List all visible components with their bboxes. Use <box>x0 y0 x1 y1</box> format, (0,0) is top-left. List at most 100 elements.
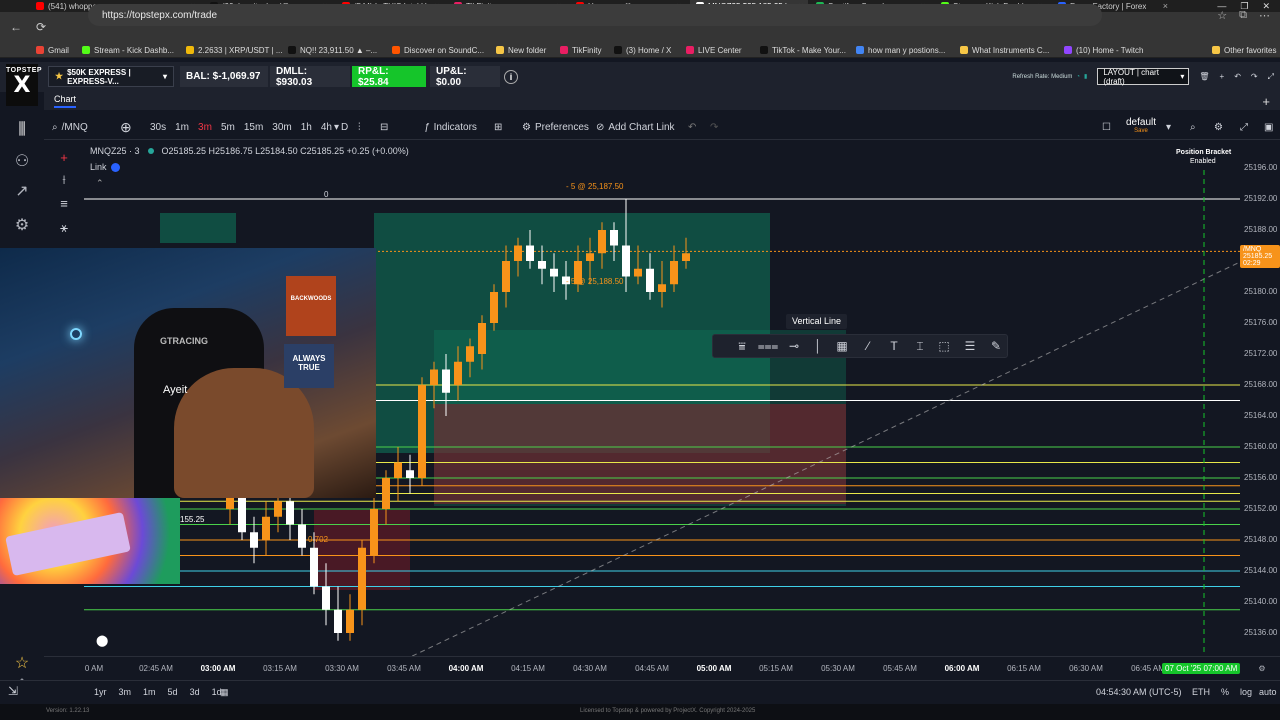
favorite-star-icon[interactable]: ☆ <box>12 654 32 674</box>
price-axis[interactable]: 25196.0025192.0025188.0025184.0025180.00… <box>1240 140 1280 656</box>
text-icon[interactable]: T <box>883 335 905 357</box>
bar-type-icon[interactable]: ⊟ <box>380 114 388 140</box>
calendar-icon[interactable]: ▦ <box>220 687 229 698</box>
add-symbol-icon[interactable]: ⊕ <box>120 114 132 140</box>
tab-chart[interactable]: Chart <box>54 94 77 108</box>
undo-icon[interactable]: ↶ <box>688 114 696 140</box>
bookmark-item[interactable]: What Instruments C... <box>960 42 1049 57</box>
text-lines-icon[interactable]: ≡ <box>52 194 76 214</box>
refresh-rate[interactable]: Refresh Rate: Medium ◔ ▮ <box>1012 73 1087 81</box>
redo-icon[interactable]: ↷ <box>1251 72 1258 81</box>
undo-icon[interactable]: ↶ <box>1234 72 1241 81</box>
timeframe-15m[interactable]: 15m <box>244 122 263 133</box>
timeframe-D[interactable]: D <box>341 122 348 133</box>
timeframe-5m[interactable]: 5m <box>221 122 235 133</box>
chevron-down-icon[interactable]: ▾ <box>334 114 339 140</box>
chart-nav-icon[interactable]: ⫼ <box>12 120 32 140</box>
bookmark-item[interactable]: NQ!! 23,911.50 ▲ –... <box>288 42 377 57</box>
camera-icon[interactable]: ▣ <box>1264 114 1273 140</box>
bookmark-item[interactable]: New folder <box>496 42 546 57</box>
collapse-legend-icon[interactable]: ⌃ <box>96 178 104 189</box>
bookmark-item[interactable]: Stream - Kick Dashb... <box>82 42 174 57</box>
range-1m[interactable]: 1m <box>143 687 156 697</box>
timeframe-30s[interactable]: 30s <box>150 122 166 133</box>
horizontal-ray-icon[interactable]: ⊸ <box>783 335 805 357</box>
candle-body <box>442 369 450 393</box>
bookmark-item[interactable]: Gmail <box>36 42 69 57</box>
fib-icon[interactable]: ☰ <box>959 335 981 357</box>
candle-body <box>622 245 630 277</box>
channel-icon[interactable]: ⩶ <box>757 335 779 357</box>
settings-icon[interactable]: ⋯ <box>1259 9 1270 22</box>
chevron-down-icon[interactable]: ▾ <box>1166 114 1171 140</box>
horizontal-lines-icon[interactable]: ⩸ <box>731 335 753 357</box>
bookmark-item[interactable]: LIVE Center <box>686 42 742 57</box>
timeframe-4h[interactable]: 4h <box>321 122 332 133</box>
candle-body <box>610 230 618 246</box>
log-toggle[interactable]: log <box>1240 687 1252 697</box>
bookmark-item[interactable]: (3) Home / X <box>614 42 671 57</box>
plus-icon[interactable]: + <box>1220 72 1225 81</box>
layout-select[interactable]: LAYOUT | chart (draft) ▾ <box>1097 68 1190 86</box>
gear-icon[interactable]: ⚙ <box>1214 114 1223 140</box>
pencil-icon[interactable]: ✎ <box>985 335 1007 357</box>
trendline-icon[interactable]: ⟊ <box>52 170 76 190</box>
extensions-icon[interactable]: ⧉ <box>1239 9 1247 22</box>
redo-icon[interactable]: ↷ <box>710 114 718 140</box>
time-axis[interactable]: 0 AM 02:45 AM 03:00 AM 03:15 AM 03:30 AM 03:4… <box>44 656 1280 680</box>
preferences-button[interactable]: ⚙ Preferences <box>522 114 589 140</box>
timeframe-1m[interactable]: 1m <box>175 122 189 133</box>
range-selector: 1yr 3m 1m 5d 3d 1d <box>94 687 222 697</box>
candle-body <box>334 609 342 633</box>
fullscreen-icon[interactable]: ⤢ <box>1268 72 1274 82</box>
add-tab-icon[interactable]: + <box>1262 94 1270 109</box>
layout-checkbox-icon[interactable]: ☐ <box>1102 114 1111 140</box>
auto-toggle[interactable]: auto <box>1259 687 1277 697</box>
bookmark-item[interactable]: Discover on SoundC... <box>392 42 484 57</box>
info-icon[interactable]: i <box>504 70 518 84</box>
users-nav-icon[interactable]: ⚇ <box>12 152 32 172</box>
range-3m[interactable]: 3m <box>119 687 132 697</box>
session-toggle[interactable]: ETH <box>1192 687 1210 697</box>
bookmark-item[interactable]: Other favorites <box>1212 42 1276 57</box>
account-selector[interactable]: ★ $50K EXPRESS | EXPRESS-V... ▾ <box>48 66 174 87</box>
range-1yr[interactable]: 1yr <box>94 687 107 697</box>
bookmark-item[interactable]: TikTok - Make Your... <box>760 42 846 57</box>
candle-type-icon[interactable]: ⫶ <box>358 114 361 140</box>
percent-toggle[interactable]: % <box>1221 687 1229 697</box>
bookmark-item[interactable]: (10) Home - Twitch <box>1064 42 1143 57</box>
back-icon[interactable]: ← <box>10 20 22 34</box>
reload-icon[interactable]: ⟳ <box>36 20 46 34</box>
templates-icon[interactable]: ⊞ <box>494 114 502 140</box>
bookmark-item[interactable]: how man y postions... <box>856 42 945 57</box>
trend-nav-icon[interactable]: ↗ <box>12 182 32 202</box>
url-field[interactable]: https://topstepx.com/trade <box>88 4 1102 26</box>
zoom-icon[interactable]: ⌕ <box>1190 114 1196 140</box>
grid-icon[interactable]: ▦ <box>831 335 853 357</box>
trendline-icon[interactable]: ⁄ <box>857 335 879 357</box>
bookmark-item[interactable]: 2.2633 | XRP/USDT | ... <box>186 42 283 57</box>
add-chart-link-button[interactable]: ⊘ Add Chart Link <box>596 114 675 140</box>
timeframe-1h[interactable]: 1h <box>301 122 312 133</box>
fullscreen-icon[interactable]: ⤢ <box>1240 114 1248 140</box>
symbol-search[interactable]: ⌕ /MNQ <box>52 114 88 140</box>
indicators-button[interactable]: ƒ Indicators <box>424 114 477 140</box>
vertical-line-icon[interactable]: │ <box>807 335 829 357</box>
exit-icon[interactable]: ⇲ <box>8 684 18 698</box>
range-5d[interactable]: 5d <box>168 687 178 697</box>
time-axis-settings-icon[interactable]: ⚙ <box>1258 664 1265 673</box>
chart-link[interactable]: Link <box>90 162 120 172</box>
bookmark-star-icon[interactable]: ☆ <box>1217 9 1227 22</box>
rectangle-icon[interactable]: ⬚ <box>933 335 955 357</box>
fork-icon[interactable]: ⚹ <box>52 218 76 238</box>
close-tab-icon[interactable]: × <box>1163 0 1168 12</box>
crosshair-icon[interactable]: + <box>52 148 76 168</box>
layout-save-menu[interactable]: default Save <box>1126 114 1156 140</box>
timeframe-30m[interactable]: 30m <box>272 122 291 133</box>
range-3d[interactable]: 3d <box>190 687 200 697</box>
bookmark-item[interactable]: TikFinity <box>560 42 601 57</box>
settings-nav-icon[interactable]: ⚙ <box>12 216 32 236</box>
price-range-icon[interactable]: ⌶ <box>909 335 931 357</box>
timeframe-3m[interactable]: 3m <box>198 122 212 133</box>
trash-icon[interactable]: 🗑 <box>1199 72 1209 81</box>
